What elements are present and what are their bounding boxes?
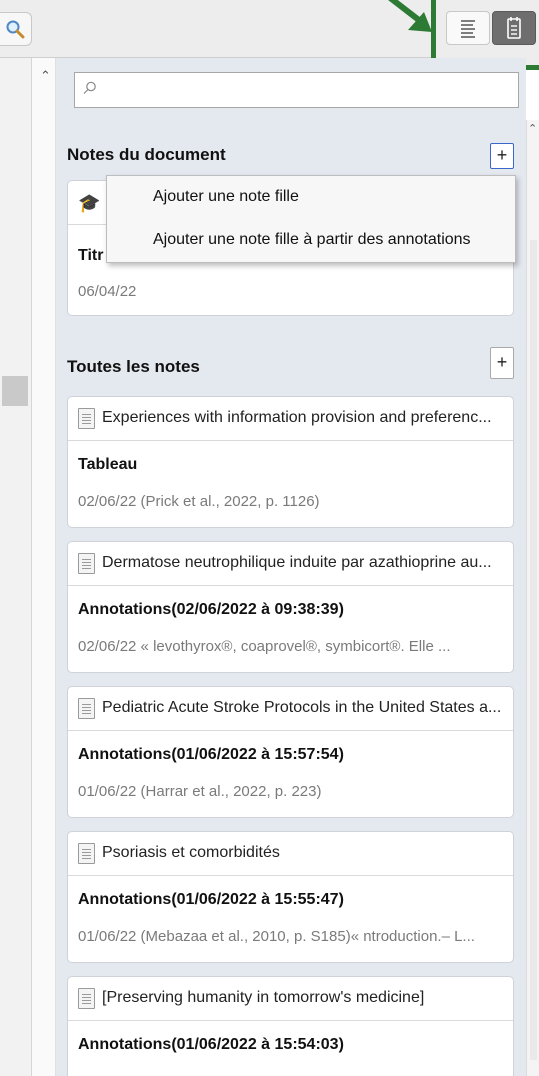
notes-search-input[interactable] [74,72,519,108]
note-date: 06/04/22 [78,283,137,300]
all-notes-heading: Toutes les notes [67,357,200,376]
note-meta: 01/06/22 (Harrar et al., 2022, p. 223) [78,783,322,800]
note-card[interactable]: Experiences with information provision a… [67,396,514,528]
add-note-button[interactable]: + [490,347,514,379]
document-icon [78,698,95,719]
menu-item-add-child-note-from-annotations[interactable]: Ajouter une note fille à partir des anno… [153,231,471,249]
note-meta: 01/06/22 (Mebazaa et al., 2010, p. S185)… [78,928,475,945]
document-icon [78,988,95,1009]
document-icon [78,843,95,864]
list-lines-icon [461,20,475,38]
graduation-cap-icon: 🎓 [78,193,101,213]
add-note-menu: Ajouter une note fille Ajouter une note … [106,175,516,263]
note-title: Annotations(01/06/2022 à 15:57:54) [78,746,344,763]
document-icon [78,553,95,574]
note-parent-title: Pediatric Acute Stroke Protocols in the … [102,699,502,716]
note-title: Tableau [78,456,138,473]
scroll-thumb[interactable] [530,240,537,1060]
note-card[interactable]: Pediatric Acute Stroke Protocols in the … [67,686,514,818]
left-gutter-inner [32,58,56,1076]
left-scroll-thumb[interactable] [2,376,28,406]
note-card[interactable]: Psoriasis et comorbidités Annotations(01… [67,831,514,963]
left-gutter [0,58,32,1076]
document-notes-heading: Notes du document [67,145,226,164]
caret-up-icon[interactable]: ⌃ [40,68,51,84]
scroll-up-icon[interactable]: ⌃ [528,122,537,135]
note-card-header: [Preserving humanity in tomorrow's medic… [68,977,513,1021]
search-icon [83,81,96,94]
note-card-header: Pediatric Acute Stroke Protocols in the … [68,687,513,731]
note-title: Annotations(01/06/2022 à 15:54:03) [78,1036,344,1053]
note-card[interactable]: Dermatose neutrophilique induite par aza… [67,541,514,673]
note-card-header: Psoriasis et comorbidités [68,832,513,876]
note-card-header: Dermatose neutrophilique induite par aza… [68,542,513,586]
note-parent-title: Experiences with information provision a… [102,409,492,426]
note-parent-title: Dermatose neutrophilique induite par aza… [102,554,492,571]
menu-item-add-child-note[interactable]: Ajouter une note fille [153,188,299,206]
note-title: Annotations(01/06/2022 à 15:55:47) [78,891,344,908]
note-title: Annotations(02/06/2022 à 09:38:39) [78,601,344,618]
add-document-note-button[interactable]: + [490,143,514,169]
note-parent-title: [Preserving humanity in tomorrow's medic… [102,989,425,1006]
note-meta: 02/06/22 « levothyrox®, coaprovel®, symb… [78,638,451,655]
search-toolbar-button[interactable] [0,12,32,46]
note-card[interactable]: [Preserving humanity in tomorrow's medic… [67,976,514,1076]
list-view-button[interactable] [446,11,490,45]
note-title: Titr [78,247,104,264]
note-parent-title: Psoriasis et comorbidités [102,844,280,861]
notepad-icon [507,17,521,39]
document-icon [78,408,95,429]
note-meta: 02/06/22 (Prick et al., 2022, p. 1126) [78,493,320,510]
notes-view-button[interactable] [492,11,536,45]
vertical-scrollbar[interactable]: ⌃ [526,120,539,1076]
magnifier-icon [6,20,25,39]
note-card-header: Experiences with information provision a… [68,397,513,441]
